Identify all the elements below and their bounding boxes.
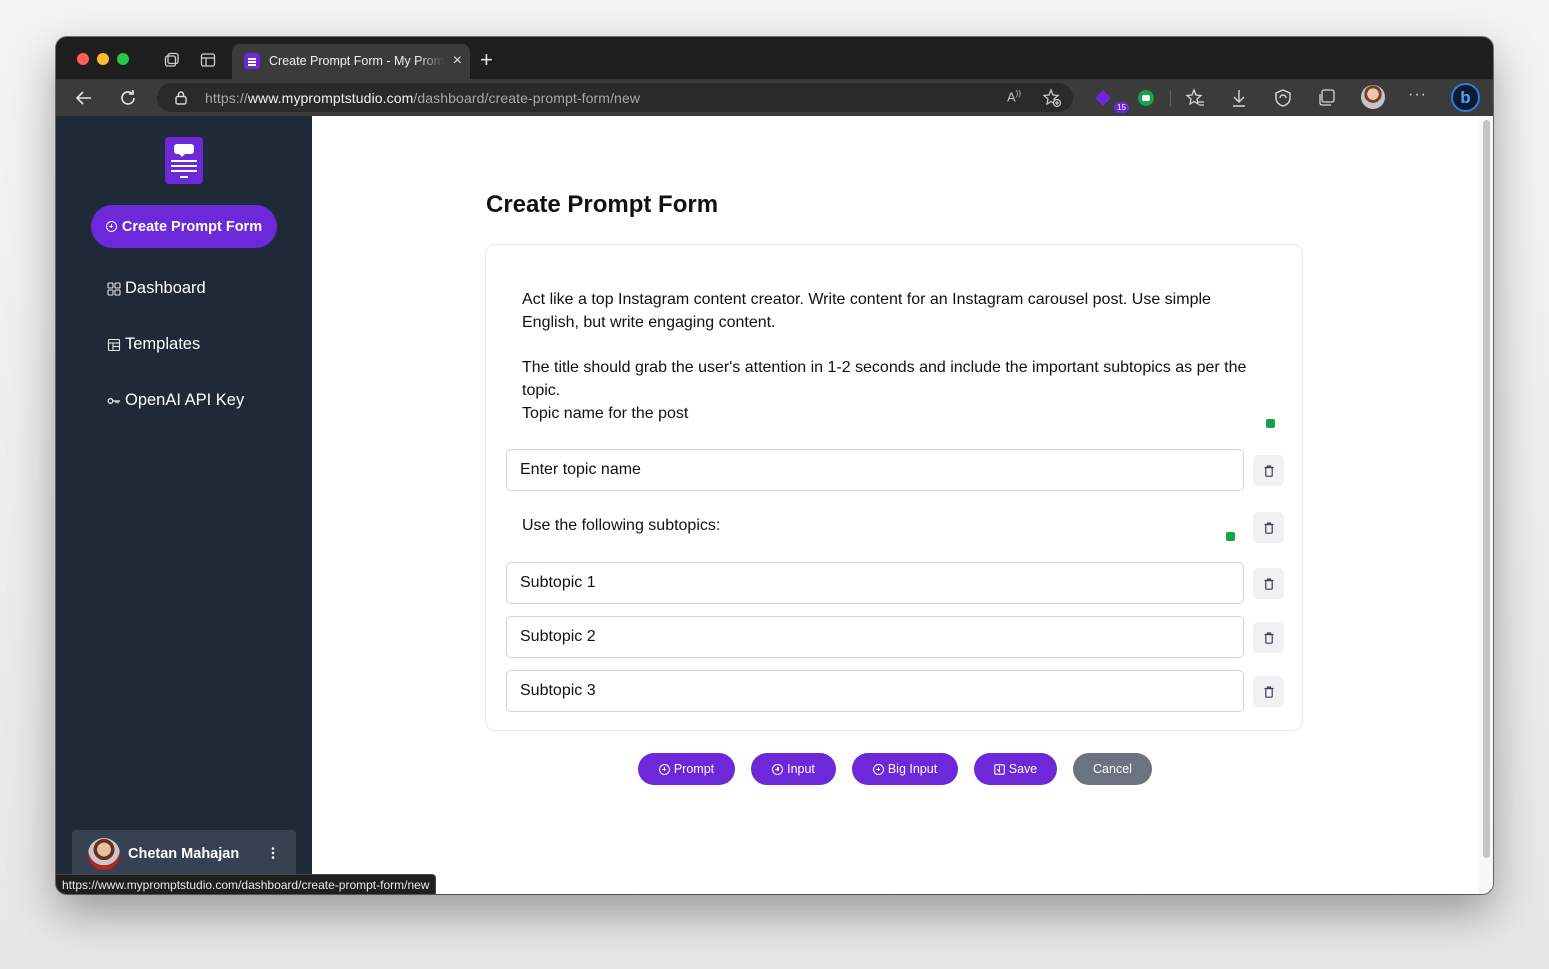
browser-essentials-icon[interactable]	[1272, 87, 1294, 109]
add-prompt-button[interactable]: Prompt	[638, 753, 735, 785]
add-favorite-icon[interactable]	[1042, 88, 1062, 108]
refresh-icon[interactable]	[117, 87, 139, 109]
cancel-button[interactable]: Cancel	[1073, 753, 1152, 785]
button-label: Prompt	[673, 762, 715, 776]
vertical-scrollbar[interactable]	[1479, 116, 1493, 894]
collections-icon[interactable]	[1316, 87, 1338, 109]
subtopic-2-input[interactable]	[506, 616, 1244, 658]
prompt-paragraph: Topic name for the post	[522, 405, 689, 422]
copilot-icon[interactable]: b	[1451, 83, 1480, 112]
navigation-bar: https://www.mypromptstudio.com/dashboard…	[56, 79, 1493, 116]
downloads-icon[interactable]	[1228, 87, 1250, 109]
delete-subtopics-prompt-button[interactable]	[1253, 512, 1284, 543]
key-icon	[107, 397, 120, 404]
extension-badge: 15	[1114, 102, 1129, 113]
address-bar[interactable]: https://www.mypromptstudio.com/dashboard…	[157, 83, 1073, 112]
more-options-icon[interactable]: ···	[1408, 87, 1430, 109]
delete-subtopic-1-button[interactable]	[1253, 568, 1284, 599]
maximize-window-button[interactable]	[117, 53, 129, 65]
delete-topic-button[interactable]	[1253, 455, 1284, 486]
sidebar-item-label: OpenAI API Key	[125, 391, 245, 409]
sidebar-item-dashboard[interactable]: Dashboard	[107, 279, 206, 298]
trash-icon	[1264, 464, 1273, 477]
sidebar: Create Prompt Form Dashboard Templates O…	[56, 116, 312, 894]
sidebar-item-label: Dashboard	[125, 279, 206, 297]
button-label: Input	[787, 762, 815, 776]
button-label: Big Input	[887, 762, 938, 776]
subtopic-3-input[interactable]	[506, 670, 1244, 712]
extension-purple-icon[interactable]	[1092, 87, 1114, 109]
tab-strip: Create Prompt Form - My Prompt Studio × …	[56, 37, 1493, 79]
app-logo-icon[interactable]	[165, 137, 203, 184]
tab-title: Create Prompt Form - My Prompt Studio	[269, 54, 444, 68]
add-big-input-button[interactable]: Big Input	[852, 753, 958, 785]
trash-icon	[1264, 631, 1273, 644]
browser-window: Create Prompt Form - My Prompt Studio × …	[56, 37, 1493, 894]
url-text[interactable]: https://www.mypromptstudio.com/dashboard…	[205, 90, 640, 106]
status-bar-url: https://www.mypromptstudio.com/dashboard…	[56, 874, 437, 894]
sidebar-item-openai-api-key[interactable]: OpenAI API Key	[107, 391, 244, 410]
resize-handle[interactable]	[1266, 419, 1275, 428]
template-icon	[107, 338, 121, 351]
scrollbar-thumb[interactable]	[1483, 120, 1490, 858]
sidebar-item-label: Templates	[125, 335, 201, 353]
delete-subtopic-2-button[interactable]	[1253, 622, 1284, 653]
close-tab-icon[interactable]: ×	[453, 51, 462, 71]
plus-circle-icon	[772, 763, 784, 775]
sidebar-item-templates[interactable]: Templates	[107, 335, 200, 354]
button-label: Cancel	[1093, 762, 1132, 776]
back-icon[interactable]	[73, 87, 95, 109]
app-favicon-icon	[244, 53, 260, 69]
create-button-label: Create Prompt Form	[121, 218, 263, 235]
plus-circle-icon	[658, 763, 670, 775]
save-button[interactable]: Save	[974, 753, 1057, 785]
prompt-text-block[interactable]: Act like a top Instagram content creator…	[522, 288, 1262, 425]
page-viewport: Create Prompt Form Dashboard Templates O…	[56, 116, 1493, 894]
new-tab-button[interactable]: +	[480, 48, 493, 72]
prompt-paragraph: The title should grab the user's attenti…	[522, 359, 1247, 399]
button-label: Save	[1008, 762, 1038, 776]
minimize-window-button[interactable]	[97, 53, 109, 65]
tab-actions-icon[interactable]	[199, 51, 217, 69]
topic-name-input[interactable]	[506, 449, 1244, 491]
favorites-icon[interactable]	[1184, 87, 1206, 109]
plus-circle-icon	[105, 221, 117, 232]
close-window-button[interactable]	[77, 53, 89, 65]
avatar	[88, 838, 120, 870]
trash-icon	[1264, 685, 1273, 698]
lock-icon[interactable]	[174, 90, 188, 105]
toolbar-divider	[1170, 90, 1171, 106]
main-content: Create Prompt Form Act like a top Instag…	[312, 116, 1479, 894]
trash-icon	[1264, 521, 1273, 534]
delete-subtopic-3-button[interactable]	[1253, 676, 1284, 707]
read-aloud-icon[interactable]: A))	[1007, 89, 1027, 109]
save-icon	[994, 763, 1005, 775]
subtopics-prompt[interactable]: Use the following subtopics:	[522, 514, 720, 537]
extension-green-icon[interactable]	[1135, 87, 1157, 109]
subtopic-1-input[interactable]	[506, 562, 1244, 604]
plus-circle-icon	[872, 763, 884, 775]
page-title: Create Prompt Form	[486, 191, 719, 218]
create-prompt-form-button[interactable]: Create Prompt Form	[91, 205, 277, 248]
user-name: Chetan Mahajan	[128, 846, 240, 862]
trash-icon	[1264, 577, 1273, 590]
grid-icon	[107, 281, 121, 296]
prompt-paragraph: Act like a top Instagram content creator…	[522, 291, 1211, 331]
kebab-menu-icon[interactable]	[271, 846, 275, 860]
prompt-form-card: Act like a top Instagram content creator…	[485, 244, 1303, 731]
add-input-button[interactable]: Input	[751, 753, 836, 785]
resize-handle[interactable]	[1226, 532, 1235, 541]
profile-avatar[interactable]	[1361, 85, 1385, 109]
tab-active[interactable]: Create Prompt Form - My Prompt Studio ×	[232, 44, 470, 79]
workspaces-icon[interactable]	[163, 51, 181, 69]
